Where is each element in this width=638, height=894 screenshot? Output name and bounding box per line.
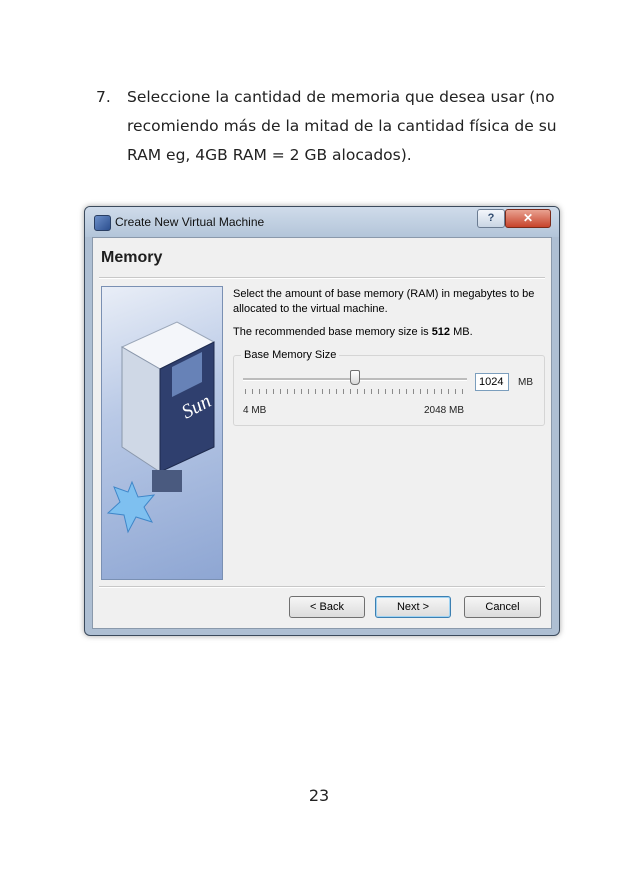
slider-tick [357, 389, 358, 394]
window-title: Create New Virtual Machine [115, 215, 265, 229]
slider-tick [420, 389, 421, 394]
slider-tick [385, 389, 386, 394]
slider-tick [266, 389, 267, 394]
slider-tick [315, 389, 316, 394]
slider-tick [329, 389, 330, 394]
memory-size-input[interactable] [475, 373, 509, 391]
slider-tick [413, 389, 414, 394]
close-button[interactable]: ✕ [505, 209, 551, 228]
slider-tick [462, 389, 463, 394]
slider-tick [294, 389, 295, 394]
slider-tick [308, 389, 309, 394]
slider-tick [434, 389, 435, 394]
slider-ticks [245, 389, 467, 395]
slider-tick [427, 389, 428, 394]
slider-tick [371, 389, 372, 394]
slider-tick [259, 389, 260, 394]
help-button[interactable]: ? [477, 209, 505, 228]
slider-tick [406, 389, 407, 394]
back-button[interactable]: < Back [289, 596, 365, 618]
recommended-suffix: MB. [450, 326, 473, 338]
slider-tick [364, 389, 365, 394]
dialog-body: Memory Sun Select the amount of base mem… [92, 237, 552, 629]
cube-illustration-icon: Sun [106, 321, 216, 534]
title-bar[interactable]: Create New Virtual Machine ? ✕ [85, 207, 559, 237]
cancel-button[interactable]: Cancel [464, 596, 541, 618]
create-vm-dialog: Create New Virtual Machine ? ✕ Memory Su… [84, 206, 560, 636]
recommended-prefix: The recommended base memory size is [233, 326, 432, 338]
step-number: 7. [96, 88, 111, 106]
heading-divider [99, 277, 545, 279]
slider-tick [245, 389, 246, 394]
footer-divider [99, 586, 545, 588]
slider-tick [448, 389, 449, 394]
slider-tick [252, 389, 253, 394]
virtualbox-icon [94, 215, 111, 231]
virtualbox-cube-image: Sun [101, 286, 223, 580]
memory-unit-label: MB [518, 377, 533, 388]
step-text: Seleccione la cantidad de memoria que de… [127, 88, 557, 164]
slider-tick [322, 389, 323, 394]
slider-tick [378, 389, 379, 394]
slider-tick [301, 389, 302, 394]
slider-tick [350, 389, 351, 394]
memory-slider-thumb[interactable] [349, 370, 360, 385]
base-memory-label: Base Memory Size [241, 349, 340, 361]
slider-tick [273, 389, 274, 394]
recommended-size-text: The recommended base memory size is 512 … [233, 326, 473, 338]
page-title: Memory [101, 249, 163, 266]
page-number: 23 [308, 786, 330, 805]
slider-tick [343, 389, 344, 394]
slider-min-label: 4 MB [243, 405, 267, 416]
next-button[interactable]: Next > [375, 596, 451, 618]
recommended-value: 512 [431, 326, 451, 338]
memory-description: Select the amount of base memory (RAM) i… [233, 288, 535, 315]
slider-tick [441, 389, 442, 394]
slider-tick [287, 389, 288, 394]
slider-tick [336, 389, 337, 394]
slider-tick [455, 389, 456, 394]
slider-tick [392, 389, 393, 394]
slider-tick [280, 389, 281, 394]
slider-tick [399, 389, 400, 394]
slider-max-label: 2048 MB [424, 405, 465, 416]
